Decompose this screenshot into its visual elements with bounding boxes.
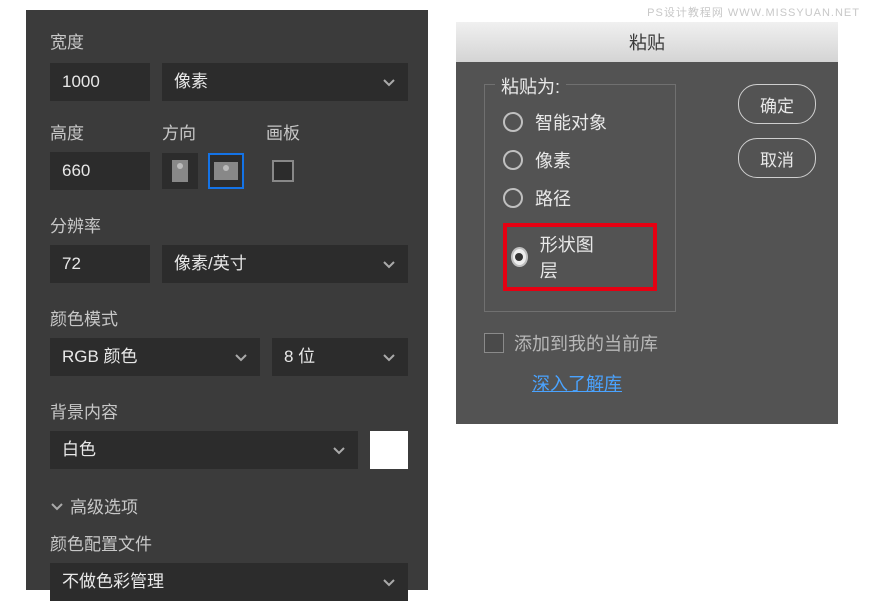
radio-label: 路径 [535, 185, 571, 211]
radio-icon [503, 112, 523, 132]
background-color-swatch[interactable] [370, 431, 408, 469]
chevron-down-icon [382, 350, 396, 364]
profile-label: 颜色配置文件 [50, 530, 408, 555]
radio-path[interactable]: 路径 [503, 185, 657, 211]
colordepth-select[interactable]: 8 位 [272, 338, 408, 376]
landscape-icon [214, 162, 238, 180]
radio-pixels[interactable]: 像素 [503, 147, 657, 173]
orientation-landscape-button[interactable] [208, 153, 244, 189]
add-to-library-checkbox[interactable] [484, 333, 504, 353]
advanced-options-header[interactable]: 高级选项 [50, 493, 408, 518]
paste-dialog: 粘贴 粘贴为: 智能对象 像素 路径 [456, 22, 838, 424]
ok-button[interactable]: 确定 [738, 84, 816, 124]
paste-as-fieldset: 粘贴为: 智能对象 像素 路径 [484, 84, 676, 312]
resolution-unit-select[interactable]: 像素/英寸 [162, 245, 408, 283]
color-profile-value: 不做色彩管理 [62, 563, 164, 601]
chevron-down-icon [382, 575, 396, 589]
chevron-down-icon [382, 75, 396, 89]
background-select[interactable]: 白色 [50, 431, 358, 469]
radio-shape-layer[interactable]: 形状图层 [511, 231, 597, 283]
advanced-options-label: 高级选项 [70, 493, 138, 518]
watermark-label: PS设计教程网 WWW.MISSYUAN.NET [647, 7, 860, 19]
radio-icon [503, 150, 523, 170]
resolution-label: 分辨率 [50, 212, 408, 237]
colordepth-value: 8 位 [284, 338, 315, 376]
width-unit-value: 像素 [174, 63, 208, 101]
paste-as-legend: 粘贴为: [495, 73, 566, 99]
colormode-label: 颜色模式 [50, 305, 408, 330]
artboard-label: 画板 [266, 119, 300, 144]
learn-about-libraries-link[interactable]: 深入了解库 [532, 374, 622, 394]
chevron-down-icon [382, 257, 396, 271]
width-input[interactable]: 1000 [50, 63, 150, 101]
orientation-portrait-button[interactable] [162, 153, 198, 189]
colormode-value: RGB 颜色 [62, 338, 138, 376]
dialog-title: 粘贴 [456, 22, 838, 62]
radio-shape-highlight: 形状图层 [503, 223, 657, 291]
chevron-down-icon [50, 499, 64, 513]
background-value: 白色 [62, 431, 96, 469]
chevron-down-icon [234, 350, 248, 364]
color-profile-select[interactable]: 不做色彩管理 [50, 563, 408, 601]
portrait-icon [172, 160, 188, 182]
cancel-button[interactable]: 取消 [738, 138, 816, 178]
radio-icon [503, 188, 523, 208]
new-document-panel: 宽度 1000 像素 高度 方向 画板 660 分辨率 72 像素/英寸 [26, 10, 428, 590]
resolution-input[interactable]: 72 [50, 245, 150, 283]
radio-label: 智能对象 [535, 109, 607, 135]
radio-label: 像素 [535, 147, 571, 173]
height-label: 高度 [50, 119, 162, 144]
colormode-select[interactable]: RGB 颜色 [50, 338, 260, 376]
radio-smart-object[interactable]: 智能对象 [503, 109, 657, 135]
radio-icon [511, 247, 528, 267]
height-input[interactable]: 660 [50, 152, 150, 190]
radio-label: 形状图层 [540, 231, 597, 283]
resolution-unit-value: 像素/英寸 [174, 245, 247, 283]
add-to-library-label: 添加到我的当前库 [514, 330, 658, 356]
chevron-down-icon [332, 443, 346, 457]
orientation-label: 方向 [162, 119, 266, 144]
artboard-checkbox[interactable] [272, 160, 294, 182]
background-label: 背景内容 [50, 398, 408, 423]
width-label: 宽度 [50, 28, 408, 53]
width-unit-select[interactable]: 像素 [162, 63, 408, 101]
